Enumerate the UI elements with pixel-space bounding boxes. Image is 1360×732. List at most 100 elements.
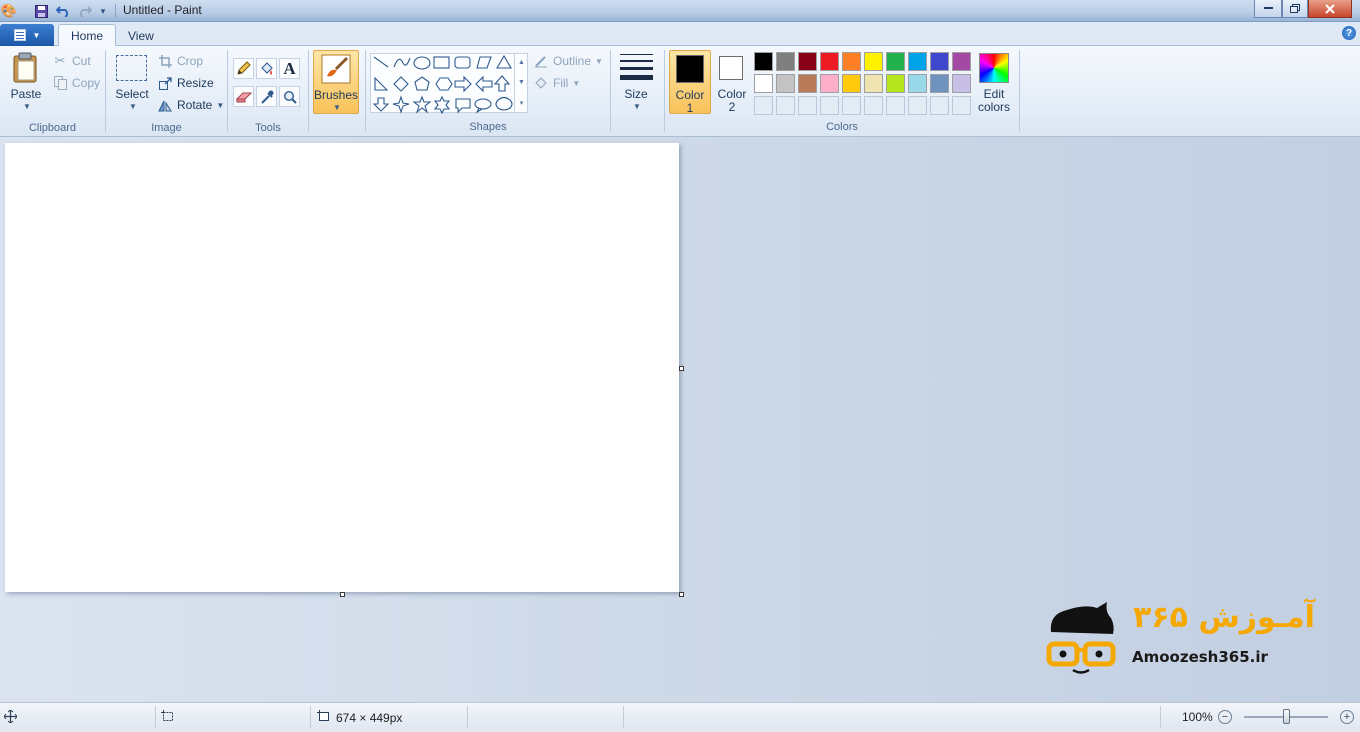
rotate-label: Rotate <box>177 98 213 112</box>
logo-persian-text: آمـوزش ۳۶۵ <box>1133 600 1315 635</box>
palette-swatch[interactable] <box>952 74 971 93</box>
copy-icon <box>52 75 68 91</box>
palette-swatch[interactable] <box>886 52 905 71</box>
select-button[interactable]: Select ▼ <box>112 50 152 114</box>
copy-label: Copy <box>72 76 101 90</box>
palette-swatch[interactable] <box>820 74 839 93</box>
brushes-label: Brushes <box>314 88 359 102</box>
size-button[interactable]: Size ▼ <box>614 50 660 114</box>
scroll-up-icon[interactable]: ▲ <box>518 59 525 66</box>
zoom-in-button[interactable]: + <box>1340 710 1354 724</box>
chevron-down-icon: ▼ <box>129 102 137 111</box>
resize-button[interactable]: Resize <box>157 74 214 92</box>
fill-bucket-icon[interactable] <box>256 58 277 79</box>
close-button[interactable] <box>1308 0 1352 18</box>
palette-swatch[interactable] <box>776 74 795 93</box>
chevron-down-icon: ▼ <box>633 102 641 111</box>
palette-swatch[interactable] <box>776 52 795 71</box>
custom-color-slot[interactable] <box>864 96 883 115</box>
color-picker-icon[interactable] <box>256 86 277 107</box>
palette-swatch[interactable] <box>886 74 905 93</box>
resize-handle-bottom[interactable] <box>340 592 345 597</box>
palette-swatch[interactable] <box>864 52 883 71</box>
paint-menu-button[interactable]: ▼ <box>0 24 54 46</box>
tab-view[interactable]: View <box>116 24 166 47</box>
palette-swatch[interactable] <box>908 74 927 93</box>
resize-handle-right[interactable] <box>679 366 684 371</box>
custom-color-slot[interactable] <box>908 96 927 115</box>
cut-button[interactable]: ✂ Cut <box>52 52 91 70</box>
rotate-button[interactable]: Rotate ▼ <box>157 96 224 114</box>
palette-swatch[interactable] <box>798 74 817 93</box>
custom-color-slot[interactable] <box>886 96 905 115</box>
status-separator <box>623 706 624 728</box>
title-bar: 🎨 ▾ Untitled - Paint <box>0 0 1360 22</box>
window-title: Untitled - Paint <box>123 3 202 17</box>
save-icon[interactable] <box>32 2 50 20</box>
palette-swatch[interactable] <box>820 52 839 71</box>
palette-swatch[interactable] <box>842 52 861 71</box>
outline-button[interactable]: Outline ▼ <box>533 52 603 70</box>
customize-dropdown-icon[interactable]: ▾ <box>94 2 112 20</box>
size-line-icon <box>620 60 653 62</box>
zoom-out-button[interactable]: − <box>1218 710 1232 724</box>
custom-color-slot[interactable] <box>798 96 817 115</box>
palette-swatch[interactable] <box>798 52 817 71</box>
shapes-scrollbar[interactable]: ▲ ▼ ▾ <box>514 53 528 113</box>
palette-swatch[interactable] <box>754 52 773 71</box>
zoom-slider-thumb[interactable] <box>1283 709 1290 724</box>
group-separator <box>664 50 665 132</box>
text-tool-icon[interactable]: A <box>279 58 300 79</box>
custom-color-slot[interactable] <box>754 96 773 115</box>
palette-swatch[interactable] <box>842 74 861 93</box>
paste-button[interactable]: Paste ▼ <box>6 50 46 114</box>
help-icon[interactable]: ? <box>1342 26 1356 40</box>
chevron-down-icon: ▼ <box>216 100 225 110</box>
minimize-button[interactable] <box>1254 0 1282 18</box>
expand-gallery-icon[interactable]: ▾ <box>520 99 524 107</box>
image-group-label: Image <box>151 122 182 134</box>
fill-button[interactable]: Fill ▼ <box>533 74 580 92</box>
eraser-icon[interactable] <box>233 86 254 107</box>
palette-swatch[interactable] <box>930 52 949 71</box>
size-line-icon <box>620 75 653 80</box>
maximize-button[interactable] <box>1282 0 1308 18</box>
resize-handle-corner[interactable] <box>679 592 684 597</box>
canvas-size-icon <box>317 710 331 726</box>
color-spectrum-icon[interactable] <box>979 53 1009 83</box>
status-separator <box>310 706 311 728</box>
magnifier-icon[interactable] <box>279 86 300 107</box>
palette-swatch[interactable] <box>754 74 773 93</box>
custom-color-slot[interactable] <box>842 96 861 115</box>
custom-color-slot[interactable] <box>952 96 971 115</box>
group-separator <box>610 50 611 132</box>
shapes-gallery <box>370 53 528 114</box>
pencil-icon[interactable] <box>233 58 254 79</box>
color1-button[interactable]: Color 1 <box>669 50 711 115</box>
brushes-button[interactable]: Brushes ▼ <box>313 50 359 114</box>
custom-color-slot[interactable] <box>820 96 839 115</box>
palette-swatch[interactable] <box>930 74 949 93</box>
canvas-size-readout: 674 × 449px <box>317 710 402 726</box>
copy-button[interactable]: Copy <box>52 74 100 92</box>
palette-swatch[interactable] <box>952 52 971 71</box>
crop-button[interactable]: Crop <box>157 52 203 70</box>
scroll-down-icon[interactable]: ▼ <box>518 79 525 86</box>
custom-color-slot[interactable] <box>776 96 795 115</box>
mascot-glasses-icon <box>1046 602 1116 674</box>
selection-icon <box>116 55 147 81</box>
edit-colors-label[interactable]: Edit colors <box>971 88 1017 114</box>
palette-swatch[interactable] <box>908 52 927 71</box>
color1-swatch <box>676 55 704 83</box>
custom-color-slot[interactable] <box>930 96 949 115</box>
paste-label: Paste <box>10 87 42 101</box>
color2-button[interactable]: Color 2 <box>713 50 751 114</box>
redo-icon[interactable] <box>76 2 94 20</box>
tab-home[interactable]: Home <box>58 24 117 47</box>
palette-swatch[interactable] <box>864 74 883 93</box>
zoom-level: 100% <box>1182 710 1213 724</box>
paint-app-icon[interactable]: 🎨 <box>0 2 18 20</box>
drawing-canvas[interactable] <box>5 143 679 592</box>
undo-icon[interactable] <box>54 2 72 20</box>
resize-label: Resize <box>177 76 214 90</box>
